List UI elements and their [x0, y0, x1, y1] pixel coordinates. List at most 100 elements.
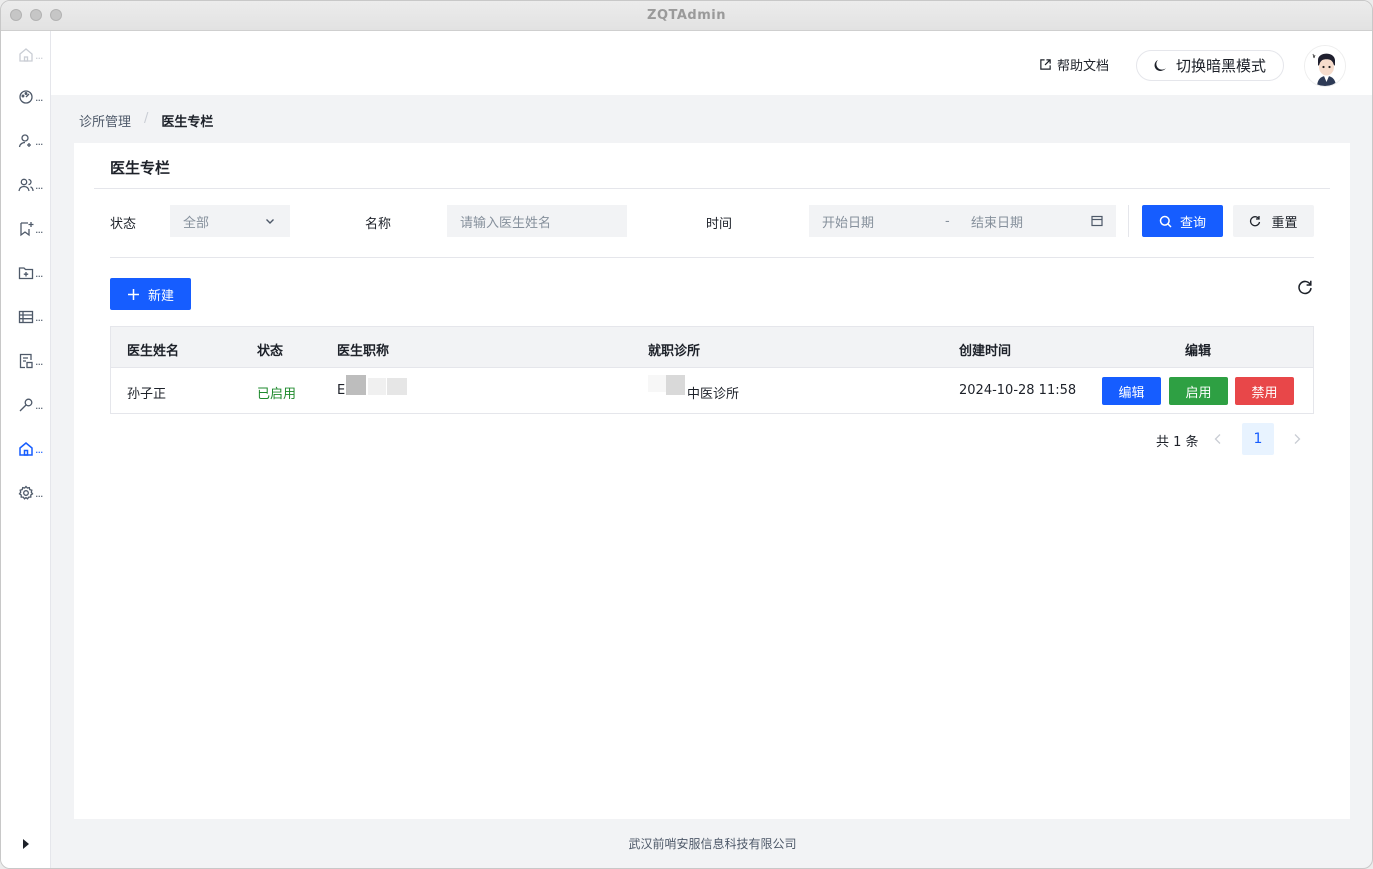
sidebar-item-label: ... — [35, 134, 43, 148]
sidebar-item-users[interactable]: ... — [18, 174, 50, 196]
help-docs-link[interactable]: 帮助文档 — [1039, 55, 1109, 74]
sidebar-item-label: ... — [35, 178, 43, 192]
redacted-block — [368, 378, 386, 395]
redacted-block — [666, 375, 685, 395]
filter-divider — [110, 257, 1314, 258]
avatar[interactable] — [1304, 45, 1346, 87]
reset-icon — [1250, 216, 1261, 227]
sidebar-item-form[interactable]: ... — [18, 350, 50, 372]
clinic-home-icon — [19, 442, 33, 456]
sidebar-item-label: ... — [35, 90, 43, 104]
form-icon — [19, 353, 33, 369]
end-date-input[interactable]: 结束日期 — [971, 212, 1023, 231]
dark-mode-label: 切换暗黑模式 — [1176, 57, 1267, 75]
breadcrumb-separator: / — [144, 111, 149, 126]
sidebar-item-label: ... — [35, 442, 43, 456]
sidebar-item-home[interactable]: ... — [18, 44, 50, 66]
expand-sidebar-icon[interactable] — [21, 838, 31, 850]
help-docs-label: 帮助文档 — [1057, 59, 1110, 74]
doctor-name-input[interactable]: 请输入医生姓名 — [447, 205, 627, 237]
start-date-input[interactable]: 开始日期 — [822, 212, 874, 231]
chevron-down-icon — [266, 219, 274, 224]
sidebar-item-dashboard[interactable]: ... — [18, 86, 50, 108]
sidebar-item-settings[interactable]: ... — [18, 482, 50, 504]
column-header: 创建时间 — [959, 344, 1012, 359]
breadcrumb-current: 医生专栏 — [161, 115, 214, 130]
breadcrumb-parent[interactable]: 诊所管理 — [79, 111, 131, 130]
new-button-label: 新建 — [147, 288, 174, 304]
chevron-left-icon[interactable] — [1213, 433, 1223, 445]
filter-vertical-divider — [1128, 205, 1129, 237]
doctor-table: 医生姓名 状态 医生职称 就职诊所 创建时间 编辑 孙子正 已启用 E 中医诊所… — [110, 326, 1314, 414]
cell-clinic: 中医诊所 — [687, 387, 740, 402]
column-header: 状态 — [257, 344, 284, 359]
app-window: ZQTAdmin ... ... ... ... ... ... ... ...… — [0, 0, 1373, 869]
status-filter-label: 状态 — [110, 217, 137, 232]
page-title: 医生专栏 — [110, 159, 171, 177]
column-header: 编辑 — [1185, 344, 1212, 359]
table-icon — [18, 310, 34, 324]
user-add-icon — [18, 134, 31, 148]
footer-company: 武汉前哨安服信息科技有限公司 — [628, 837, 797, 851]
dark-mode-toggle-button[interactable]: 切换暗黑模式 — [1136, 50, 1284, 81]
external-link-icon — [1040, 59, 1051, 70]
redacted-block — [387, 378, 407, 395]
sidebar-item-label: ... — [35, 398, 43, 412]
sidebar-item-bookmark[interactable]: ... — [18, 218, 50, 240]
refresh-icon[interactable] — [1297, 279, 1313, 295]
window-title: ZQTAdmin — [647, 8, 726, 23]
breadcrumb: 诊所管理 / 医生专栏 — [79, 111, 213, 130]
column-header: 医生姓名 — [127, 344, 180, 359]
sidebar-item-user-add[interactable]: ... — [18, 130, 50, 152]
date-range-picker[interactable]: 开始日期 - 结束日期 — [809, 205, 1116, 237]
status-select-value: 全部 — [183, 215, 210, 231]
sidebar-item-table[interactable]: ... — [18, 306, 50, 328]
sidebar-item-clinic[interactable]: ... — [18, 438, 50, 460]
main-card: 医生专栏 状态 全部 名称 请输入医生姓名 时间 开始日期 - 结束日期 查询 … — [74, 143, 1350, 819]
redacted-block — [346, 375, 366, 395]
sidebar-item-tool[interactable]: ... — [18, 394, 50, 416]
sidebar-item-label: ... — [35, 486, 43, 500]
sidebar-item-label: ... — [35, 266, 43, 280]
sidebar-item-label: ... — [35, 48, 43, 62]
name-filter-label: 名称 — [365, 217, 392, 232]
search-icon — [1159, 215, 1172, 228]
header: 帮助文档 切换暗黑模式 — [51, 31, 1372, 95]
new-button[interactable]: 新建 — [110, 278, 191, 310]
status-select[interactable]: 全部 — [170, 205, 290, 237]
time-filter-label: 时间 — [706, 217, 733, 232]
plus-icon — [127, 288, 139, 300]
doctor-name-placeholder: 请输入医生姓名 — [460, 215, 552, 231]
sidebar: ... ... ... ... ... ... ... ... ... ... … — [1, 31, 51, 868]
reset-button[interactable]: 重置 — [1233, 205, 1314, 237]
user-avatar-icon — [1305, 46, 1345, 86]
redacted-block — [648, 375, 666, 392]
calendar-icon — [1091, 215, 1103, 227]
reset-button-label: 重置 — [1271, 215, 1298, 231]
title-divider — [94, 188, 1330, 189]
tool-icon — [19, 398, 33, 412]
sidebar-item-label: ... — [35, 222, 43, 236]
search-button[interactable]: 查询 — [1142, 205, 1223, 237]
column-header: 就职诊所 — [648, 344, 701, 359]
search-button-label: 查询 — [1179, 215, 1206, 231]
moon-icon — [1154, 59, 1166, 71]
dashboard-icon — [19, 90, 33, 104]
bookmark-add-icon — [20, 222, 34, 237]
date-range-separator: - — [945, 213, 950, 229]
folder-add-icon — [18, 267, 34, 280]
sidebar-item-label: ... — [35, 310, 43, 324]
cell-status: 已启用 — [257, 387, 297, 402]
home-icon — [19, 48, 33, 62]
sidebar-item-folder[interactable]: ... — [18, 262, 50, 284]
enable-button[interactable]: 启用 — [1169, 377, 1228, 405]
table-header: 医生姓名 状态 医生职称 就职诊所 创建时间 编辑 — [111, 327, 1313, 368]
page-button-1[interactable]: 1 — [1242, 423, 1274, 455]
settings-icon — [18, 485, 34, 500]
column-header: 医生职称 — [337, 344, 390, 359]
chevron-right-icon[interactable] — [1292, 433, 1302, 445]
disable-button[interactable]: 禁用 — [1235, 377, 1294, 405]
users-icon — [18, 178, 34, 192]
edit-button[interactable]: 编辑 — [1102, 377, 1161, 405]
cell-doctor-name: 孙子正 — [127, 387, 167, 402]
